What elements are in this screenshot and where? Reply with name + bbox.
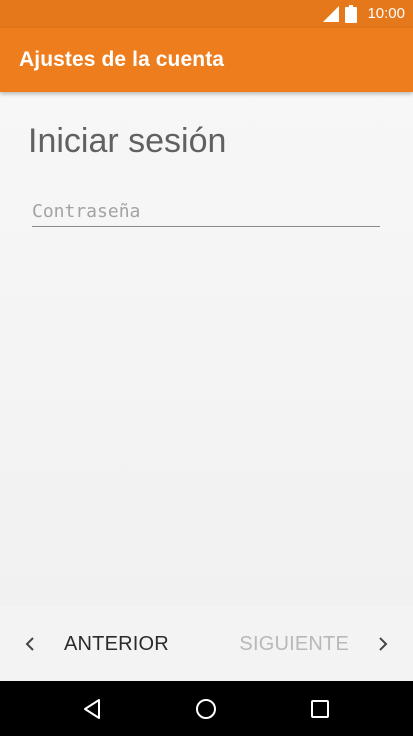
back-icon [84,699,100,719]
battery-icon [345,5,358,23]
system-back-button[interactable] [78,695,106,723]
password-field[interactable] [32,196,380,227]
next-button[interactable]: SIGUIENTE [239,626,391,662]
chevron-left-icon [25,637,34,651]
app-title: Ajustes de la cuenta [19,48,225,71]
home-icon [196,699,216,719]
system-recents-button[interactable] [306,695,334,723]
previous-label: ANTERIOR [64,632,169,655]
signal-icon [323,6,340,22]
bottom-navigation: ANTERIOR SIGUIENTE [0,606,413,681]
previous-button[interactable]: ANTERIOR [22,626,169,662]
app-bar: Ajustes de la cuenta [0,28,413,92]
status-icons: 10:00 [323,4,405,24]
next-label: SIGUIENTE [239,632,349,655]
recents-icon [311,700,329,718]
status-bar: 10:00 [0,0,413,28]
login-content: Iniciar sesión [0,92,413,606]
system-navigation-bar [0,681,413,736]
page-heading: Iniciar sesión [28,122,227,160]
status-time: 10:00 [367,5,405,22]
system-home-button[interactable] [192,695,220,723]
chevron-right-icon [379,637,388,651]
